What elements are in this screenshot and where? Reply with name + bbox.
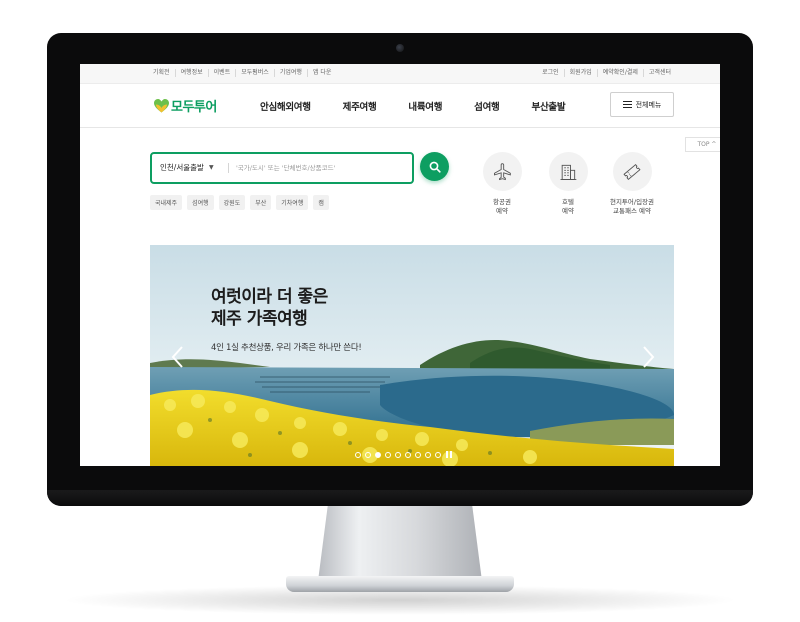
ticket-icon [612, 152, 652, 191]
chevron-down-icon: ▼ [208, 164, 214, 171]
utility-link-app-download[interactable]: 앱 다운 [308, 69, 336, 77]
slide-indicator [355, 451, 452, 458]
banner-subtitle: 4인 1실 추천상품, 우리 가족은 하나만 쓴다! [211, 343, 362, 353]
chevron-right-icon[interactable] [640, 345, 656, 369]
reservation-check-link[interactable]: 예약확인/결제 [598, 69, 644, 77]
pause-icon[interactable] [446, 451, 452, 458]
customer-center-link[interactable]: 고객센터 [644, 69, 676, 77]
logo-text: 모두투어 [171, 100, 217, 115]
all-menu-button[interactable]: 전체메뉴 [610, 92, 674, 117]
utility-links-left: 기획전 여행정보 이벤트 모두펌버스 기업여행 앱 다운 [148, 69, 336, 77]
slide-dot-active[interactable] [375, 451, 381, 458]
site-logo[interactable]: 모두투어 [154, 96, 217, 115]
signup-link[interactable]: 회원가입 [565, 69, 598, 77]
slide-dot[interactable] [415, 451, 421, 458]
browser-screen: 기획전 여행정보 이벤트 모두펌버스 기업여행 앱 다운 로그인 회원가입 예약… [80, 64, 720, 466]
search-input[interactable] [236, 160, 406, 176]
nav-item-domestic[interactable]: 내륙여행 [408, 99, 442, 113]
search-button[interactable] [420, 152, 449, 181]
login-link[interactable]: 로그인 [537, 69, 565, 77]
site-header: 모두투어 안심해외여행 제주여행 내륙여행 섬여행 부산출발 전체메뉴 [80, 84, 720, 128]
utility-link-travel-info[interactable]: 여행정보 [176, 69, 209, 77]
utility-link-exhibition[interactable]: 기획전 [148, 69, 176, 77]
utility-link-corporate[interactable]: 기업여행 [275, 69, 308, 77]
main-nav: 안심해외여행 제주여행 내륙여행 섬여행 부산출발 [260, 99, 597, 113]
hotel-icon [548, 152, 588, 191]
departure-select[interactable]: 인천/서울출발 ▼ [160, 162, 214, 173]
scroll-top-button[interactable]: TOP ^ [685, 137, 720, 152]
search-tag[interactable]: 국내제주 [150, 195, 183, 210]
hamburger-icon [622, 101, 632, 108]
slide-dot[interactable] [385, 451, 391, 458]
monitor-stand [318, 505, 482, 581]
chevron-left-icon[interactable] [170, 345, 186, 369]
search-tag[interactable]: 섬여행 [187, 195, 214, 210]
utility-links-right: 로그인 회원가입 예약확인/결제 고객센터 [537, 69, 676, 77]
search-tags: 국내제주 섬여행 강원도 부산 기차여행 캠 [150, 195, 334, 210]
utility-link-modu-bus[interactable]: 모두펌버스 [236, 69, 275, 77]
nav-item-island[interactable]: 섬여행 [474, 99, 500, 113]
search-tag[interactable]: 기차여행 [276, 195, 309, 210]
quick-link-tour-ticket[interactable]: 현지투어/입장권 교통패스 예약 [592, 152, 672, 216]
nav-item-busan[interactable]: 부산출발 [532, 99, 566, 113]
slide-dot[interactable] [425, 451, 431, 458]
main-banner[interactable]: 여럿이라 더 좋은 제주 가족여행 4인 1실 추천상품, 우리 가족은 하나만… [150, 245, 674, 466]
search-tag[interactable]: 캠 [313, 195, 329, 210]
search-icon [429, 161, 441, 173]
monitor-chin [47, 490, 753, 506]
nav-item-jeju[interactable]: 제주여행 [343, 99, 377, 113]
banner-scene-image [150, 245, 674, 466]
search-box: 인천/서울출발 ▼ [150, 152, 414, 184]
slide-dot[interactable] [405, 451, 411, 458]
slide-dot[interactable] [365, 451, 371, 458]
slide-dot[interactable] [435, 451, 441, 458]
quick-link-label: 현지투어/입장권 교통패스 예약 [609, 198, 655, 215]
departure-label: 인천/서울출발 [160, 163, 204, 172]
airplane-icon [482, 152, 522, 191]
search-tag[interactable]: 강원도 [218, 195, 246, 210]
webcam-icon [396, 44, 404, 52]
slide-dot[interactable] [395, 451, 401, 458]
utility-bar: 기획전 여행정보 이벤트 모두펌버스 기업여행 앱 다운 로그인 회원가입 예약… [80, 64, 720, 84]
nav-item-safe-overseas[interactable]: 안심해외여행 [260, 99, 311, 113]
banner-title: 여럿이라 더 좋은 제주 가족여행 [211, 287, 328, 329]
search-tag[interactable]: 부산 [250, 195, 272, 210]
monitor-base [286, 576, 514, 592]
slide-dot[interactable] [355, 451, 361, 458]
utility-link-event[interactable]: 이벤트 [209, 69, 237, 77]
search-divider [228, 163, 229, 173]
heart-logo-icon [154, 98, 169, 112]
all-menu-label: 전체메뉴 [635, 100, 662, 109]
